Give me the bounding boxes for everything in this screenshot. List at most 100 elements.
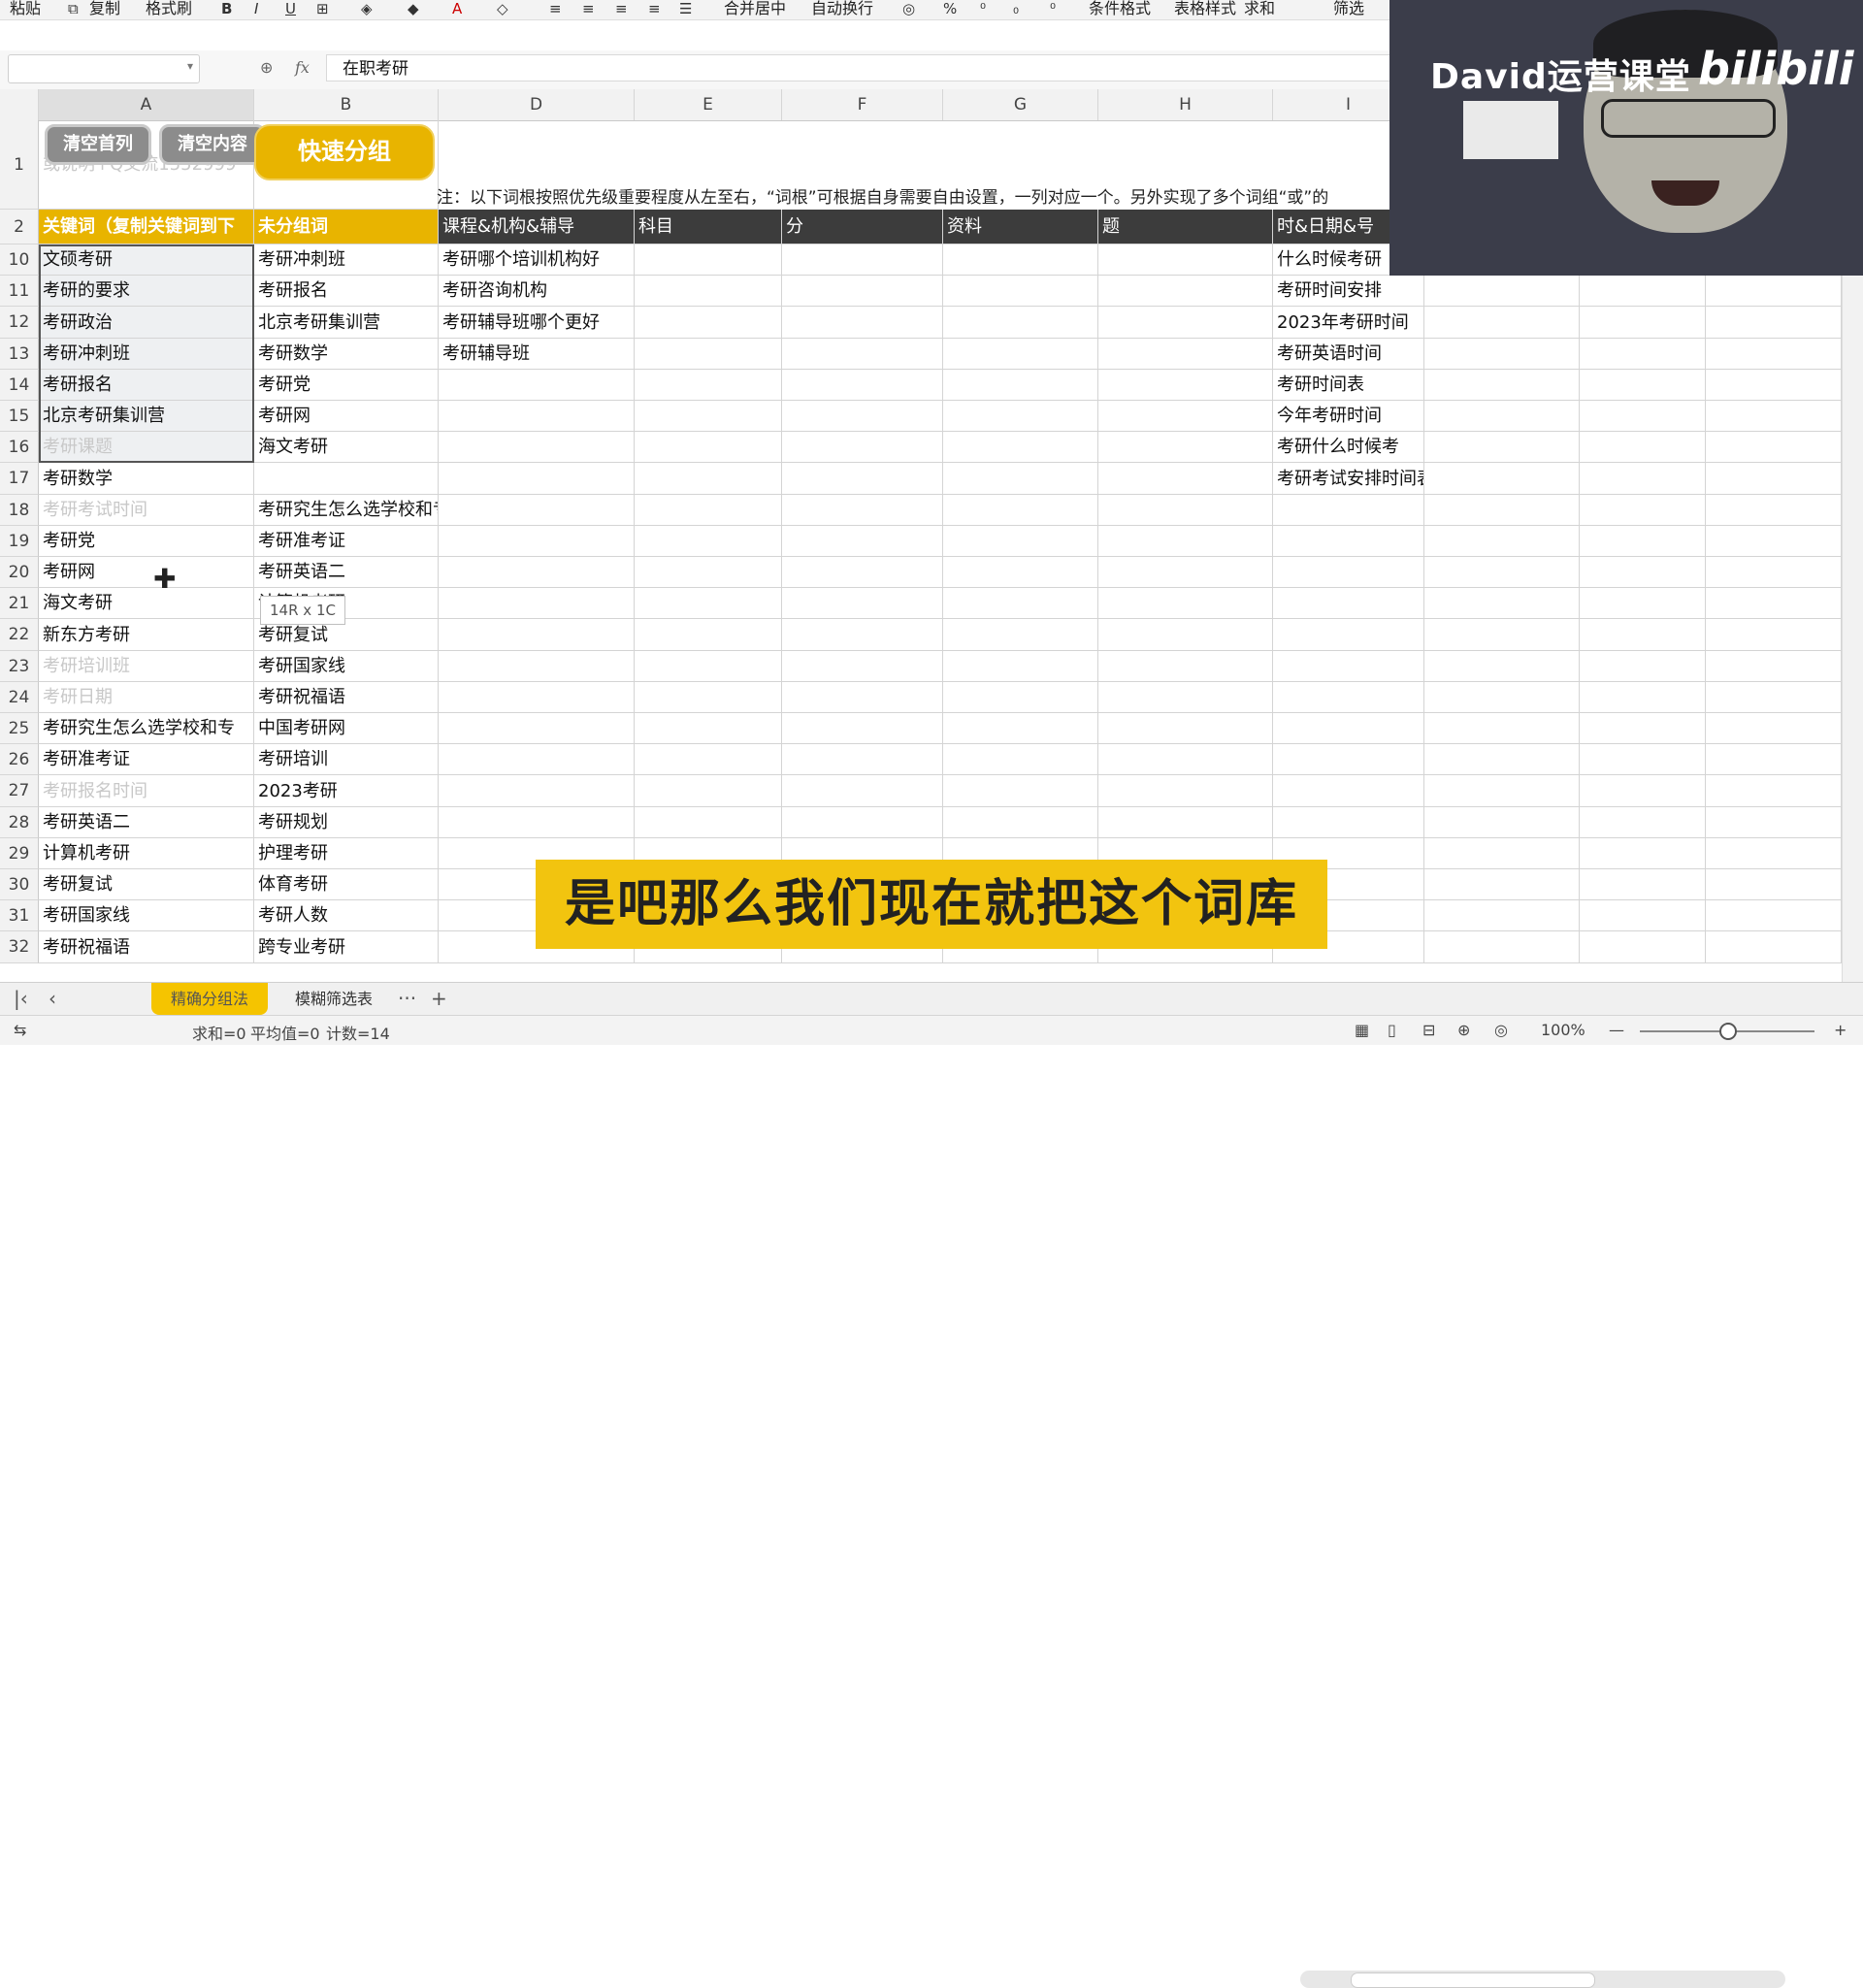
cell-i[interactable] (1273, 651, 1424, 682)
cell-empty[interactable] (1580, 775, 1706, 807)
cell-b[interactable]: 考研人数 (254, 900, 439, 931)
cell-empty[interactable] (782, 526, 943, 557)
zoom-out-icon[interactable]: — (1609, 1021, 1624, 1039)
cell-empty[interactable] (1706, 463, 1842, 495)
cell-empty[interactable] (1424, 276, 1580, 307)
cell-empty[interactable] (1424, 931, 1580, 963)
column-header-b[interactable]: B (254, 89, 439, 120)
cell-empty[interactable] (1706, 401, 1842, 432)
cell-b[interactable]: 考研数学 (254, 339, 439, 370)
column-header-d[interactable]: D (439, 89, 635, 120)
row-header[interactable]: 20 (0, 557, 39, 588)
cell-d[interactable]: 考研哪个培训机构好 (439, 244, 635, 276)
cell-empty[interactable] (1098, 651, 1273, 682)
cell-empty[interactable] (1580, 495, 1706, 526)
cell-d[interactable] (439, 807, 635, 838)
zoom-slider-knob[interactable] (1719, 1023, 1737, 1040)
cell-empty[interactable] (1424, 495, 1580, 526)
cell-i[interactable] (1273, 713, 1424, 744)
keyword-header[interactable]: 关键词（复制关键词到下 (39, 210, 254, 244)
cell-empty[interactable] (635, 401, 782, 432)
cell-b[interactable]: 考研冲刺班 (254, 244, 439, 276)
eye-protect-icon[interactable]: ◎ (1494, 1021, 1508, 1039)
wrap-text-button[interactable]: 自动换行 (811, 0, 873, 17)
cell-a[interactable]: 考研党 (39, 526, 254, 557)
border-icon[interactable]: ⊞ (316, 1, 329, 16)
cell-empty[interactable] (1706, 557, 1842, 588)
cell-empty[interactable] (635, 619, 782, 651)
cell-i[interactable]: 考研考试安排时间表 (1273, 463, 1424, 495)
cell-empty[interactable] (1706, 588, 1842, 619)
cell-b[interactable]: 考研培训 (254, 744, 439, 775)
root-header-material[interactable]: 资料 (943, 210, 1098, 244)
cell-empty[interactable] (635, 370, 782, 401)
cell-empty[interactable] (635, 244, 782, 276)
cell-a[interactable]: 考研国家线 (39, 900, 254, 931)
sheet-tab-fuzzy[interactable]: 模糊筛选表 (276, 983, 392, 1015)
cell-empty[interactable] (1580, 557, 1706, 588)
cell-empty[interactable] (782, 682, 943, 713)
cell-empty[interactable] (1424, 744, 1580, 775)
cell-empty[interactable] (635, 339, 782, 370)
cell-empty[interactable] (1706, 869, 1842, 900)
row-header[interactable]: 13 (0, 339, 39, 370)
cell-d[interactable] (439, 588, 635, 619)
cell-empty[interactable] (1580, 432, 1706, 463)
cell-i[interactable] (1273, 619, 1424, 651)
cell-empty[interactable] (782, 775, 943, 807)
scroll-thumb[interactable] (1351, 1972, 1595, 1988)
cell-empty[interactable] (943, 244, 1098, 276)
clear-format-icon[interactable]: ◇ (497, 1, 508, 16)
cell-empty[interactable] (1580, 307, 1706, 339)
cell-b[interactable]: 考研报名 (254, 276, 439, 307)
italic-icon[interactable]: I (254, 1, 258, 16)
cell-empty[interactable] (1706, 339, 1842, 370)
cell-empty[interactable] (1706, 807, 1842, 838)
row-header[interactable]: 29 (0, 838, 39, 869)
cell-empty[interactable] (1580, 869, 1706, 900)
clear-first-column-button[interactable]: 清空首列 (45, 124, 151, 165)
cell-b[interactable]: 北京考研集训营 (254, 307, 439, 339)
cell-i[interactable]: 今年考研时间 (1273, 401, 1424, 432)
row-header[interactable]: 30 (0, 869, 39, 900)
cell-empty[interactable] (1706, 370, 1842, 401)
cell-empty[interactable] (943, 651, 1098, 682)
reading-view-icon[interactable]: ▯ (1388, 1021, 1396, 1039)
cell-d[interactable] (439, 775, 635, 807)
quick-group-button[interactable]: 快速分组 (254, 124, 435, 180)
row-header[interactable]: 26 (0, 744, 39, 775)
row-header[interactable]: 22 (0, 619, 39, 651)
cell-empty[interactable] (1580, 276, 1706, 307)
cell-empty[interactable] (1424, 401, 1580, 432)
cell-empty[interactable] (1706, 931, 1842, 963)
root-header-subject[interactable]: 科目 (635, 210, 782, 244)
cell-d[interactable]: 考研辅导班 (439, 339, 635, 370)
cell-empty[interactable] (635, 651, 782, 682)
cell-i[interactable]: 考研什么时候考 (1273, 432, 1424, 463)
cell-empty[interactable] (943, 339, 1098, 370)
cell-d[interactable] (439, 651, 635, 682)
align-right-icon[interactable]: ≡ (615, 1, 628, 16)
underline-icon[interactable]: U (285, 1, 296, 16)
cell-empty[interactable] (782, 339, 943, 370)
cell-d[interactable]: 考研辅导班哪个更好 (439, 307, 635, 339)
cell-empty[interactable] (1424, 588, 1580, 619)
first-sheet-icon[interactable]: |‹ (14, 987, 28, 1010)
chevron-down-icon[interactable]: ▾ (187, 59, 193, 73)
cell-empty[interactable] (1098, 432, 1273, 463)
cell-empty[interactable] (943, 526, 1098, 557)
cell-empty[interactable] (943, 463, 1098, 495)
cell-empty[interactable] (1706, 307, 1842, 339)
row-header[interactable]: 23 (0, 651, 39, 682)
cell-empty[interactable] (1098, 588, 1273, 619)
cell-empty[interactable] (1580, 463, 1706, 495)
zoom-level[interactable]: 100% (1541, 1021, 1585, 1039)
cell-empty[interactable] (1580, 682, 1706, 713)
cell-empty[interactable] (1098, 370, 1273, 401)
cell-empty[interactable] (782, 744, 943, 775)
cell-empty[interactable] (782, 588, 943, 619)
conditional-format-button[interactable]: 条件格式 (1089, 0, 1151, 17)
cell-b[interactable]: 考研国家线 (254, 651, 439, 682)
cell-a[interactable]: 考研考试时间 (39, 495, 254, 526)
cell-empty[interactable] (1098, 682, 1273, 713)
